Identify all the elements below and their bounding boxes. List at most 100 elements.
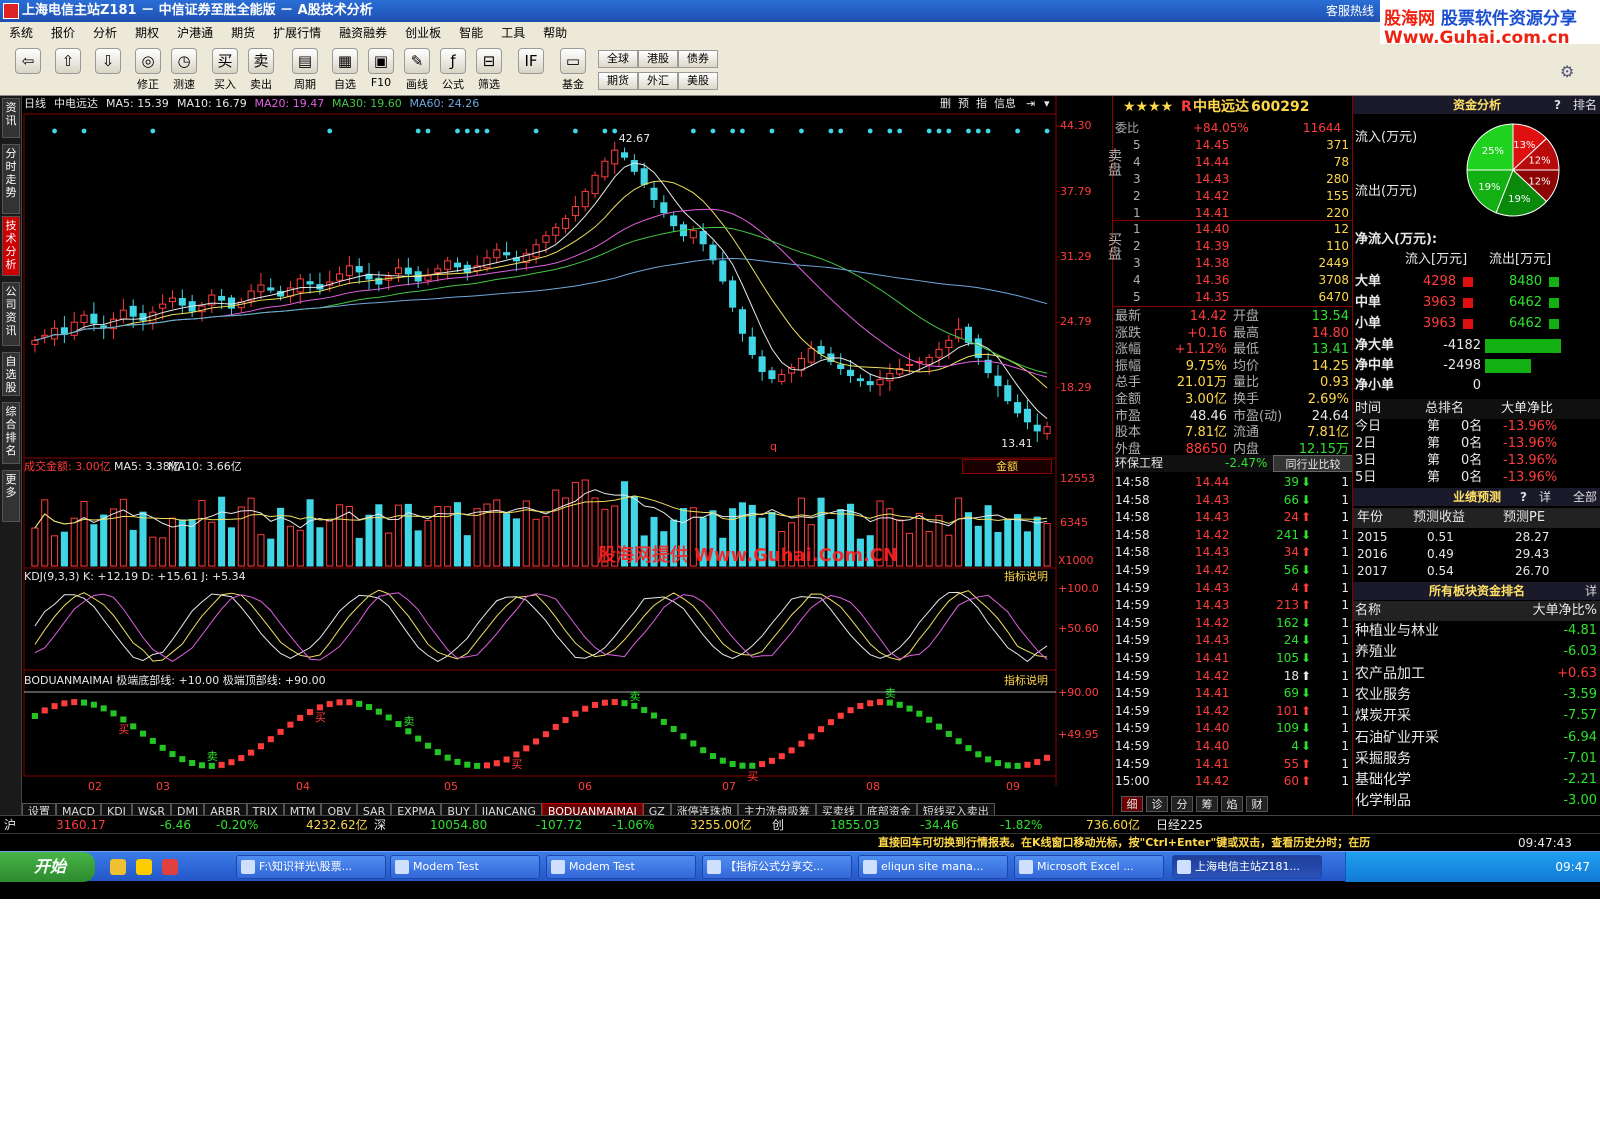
sector-row[interactable]: 种植业与林业 -4.81 — [1353, 621, 1600, 641]
menu-item[interactable]: 沪港通 — [168, 22, 222, 44]
menu-item[interactable]: 帮助 — [534, 22, 576, 44]
kline-chart-area[interactable]: 日线 中电远达 MA5: 15.39 MA10: 16.79 MA20: 19.47 MA… — [22, 96, 1114, 800]
tick-count: 1 — [1341, 633, 1349, 648]
sector-row[interactable]: 农业服务 -3.59 — [1353, 685, 1600, 705]
chart-tool-button[interactable]: 指 — [976, 97, 987, 111]
taskbar-task[interactable]: F:\知识祥光\股票... — [236, 855, 386, 879]
bid-row[interactable]: 1 14.40 12 — [1113, 221, 1353, 238]
menu-item[interactable]: 系统 — [0, 22, 42, 44]
filter-button[interactable]: ⊟ 筛选 — [471, 48, 507, 92]
market-button[interactable]: 美股 — [678, 72, 718, 90]
sector-row[interactable]: 养殖业 -6.03 — [1353, 642, 1600, 662]
quicklaunch-icon[interactable] — [110, 859, 126, 875]
buy-button[interactable]: 买买入 — [207, 48, 243, 92]
qq-icon[interactable] — [136, 859, 152, 875]
boduan-help-button[interactable]: 指标说明 — [1004, 674, 1048, 688]
quote-tab[interactable]: 诊 — [1146, 796, 1168, 812]
kline-svg[interactable] — [22, 96, 1114, 800]
boduan-bar — [582, 705, 589, 712]
expand-icon[interactable]: ⇥ — [1026, 97, 1035, 111]
sector-row[interactable]: 农产品加工 +0.63 — [1353, 664, 1600, 684]
if-button[interactable]: IF — [513, 48, 549, 92]
menu-item[interactable]: 工具 — [492, 22, 534, 44]
menu-item[interactable]: 融资融券 — [330, 22, 396, 44]
left-tab[interactable]: 技术分析 — [2, 216, 20, 276]
bid-row[interactable]: 5 14.35 6470 — [1113, 289, 1353, 306]
market-button[interactable]: 期货 — [598, 72, 638, 90]
menu-item[interactable]: 创业板 — [396, 22, 450, 44]
watchlist-button[interactable]: ▦ 自选 — [327, 48, 363, 92]
chart-tool-button[interactable]: 信息 — [994, 97, 1016, 111]
bid-row[interactable]: 3 14.38 2449 — [1113, 255, 1353, 272]
sector-row[interactable]: 采掘服务 -7.01 — [1353, 749, 1600, 769]
bid-row[interactable]: 2 14.39 110 — [1113, 238, 1353, 255]
ask-row[interactable]: 3 14.43 280 — [1113, 171, 1353, 188]
forecast-all-link[interactable]: 全部 — [1573, 488, 1597, 506]
ask-row[interactable]: 5 14.45 371 — [1113, 137, 1353, 154]
start-button[interactable]: 开始 — [0, 852, 95, 882]
period-button[interactable]: ▤ 周期 — [287, 48, 323, 92]
rank-link[interactable]: 排名 — [1573, 96, 1597, 114]
market-button[interactable]: 港股 — [638, 50, 678, 68]
menu-arrow-icon[interactable]: ▾ — [1044, 97, 1050, 111]
gear-icon[interactable]: ⚙ — [1560, 62, 1580, 82]
bid-row[interactable]: 4 14.36 3708 — [1113, 272, 1353, 289]
ask-row[interactable]: 4 14.44 78 — [1113, 154, 1353, 171]
left-tab[interactable]: 更多 — [2, 470, 20, 522]
left-tab[interactable]: 资讯 — [2, 98, 20, 138]
quote-tab[interactable]: 分 — [1171, 796, 1193, 812]
browser-icon[interactable] — [162, 859, 178, 875]
volume-bar — [227, 527, 235, 567]
taskbar-task[interactable]: Modem Test — [546, 855, 696, 879]
chart-tool-button[interactable]: 预 — [958, 97, 969, 111]
sector-row[interactable]: 化学制品 -3.00 — [1353, 791, 1600, 811]
market-button[interactable]: 全球 — [598, 50, 638, 68]
menu-item[interactable]: 分析 — [84, 22, 126, 44]
quote-tab[interactable]: 财 — [1246, 796, 1268, 812]
forecast-detail-link[interactable]: 详 — [1539, 488, 1551, 506]
taskbar-task[interactable]: eliqun site mana... — [858, 855, 1008, 879]
left-tab[interactable]: 分时走势 — [2, 144, 20, 214]
menu-item[interactable]: 期权 — [126, 22, 168, 44]
taskbar-task[interactable]: 【指标公式分享交... — [702, 855, 852, 879]
sector-row[interactable]: 石油矿业开采 -6.94 — [1353, 728, 1600, 748]
draw-button[interactable]: ✎ 画线 — [399, 48, 435, 92]
menu-item[interactable]: 报价 — [42, 22, 84, 44]
market-button[interactable]: 外汇 — [638, 72, 678, 90]
arrow-left-button[interactable]: ⇦ — [10, 48, 46, 92]
sector-col[interactable]: 大单净比% — [1533, 601, 1597, 621]
sell-button[interactable]: 卖卖出 — [243, 48, 279, 92]
ask-row[interactable]: 2 14.42 155 — [1113, 188, 1353, 205]
help-icon[interactable]: ? — [1554, 96, 1561, 114]
menu-item[interactable]: 期货 — [222, 22, 264, 44]
sector-row[interactable]: 煤炭开采 -7.57 — [1353, 706, 1600, 726]
taskbar-task[interactable]: Microsoft Excel ... — [1014, 855, 1164, 879]
left-tab[interactable]: 综合排名 — [2, 402, 20, 464]
menu-item[interactable]: 智能 — [450, 22, 492, 44]
f10-button[interactable]: ▣ F10 — [363, 48, 399, 92]
task-app-icon — [395, 860, 409, 874]
clock-button[interactable]: ◷ 测速 — [166, 48, 202, 92]
quote-tab[interactable]: 细 — [1121, 796, 1143, 812]
fund-button[interactable]: ▭ 基金 — [555, 48, 591, 92]
amount-dropdown[interactable]: 金额 — [962, 459, 1052, 474]
taskbar-task[interactable]: 上海电信主站Z181... — [1172, 855, 1322, 879]
help-icon[interactable]: ? — [1520, 488, 1527, 506]
arrow-up-button[interactable]: ⇧ — [50, 48, 86, 92]
quote-tab[interactable]: 焰 — [1221, 796, 1243, 812]
arrow-down-button[interactable]: ⇩ — [90, 48, 126, 92]
left-tab[interactable]: 公司资讯 — [2, 282, 20, 346]
candle — [257, 273, 265, 300]
menu-item[interactable]: 扩展行情 — [264, 22, 330, 44]
chart-tool-button[interactable]: 删 — [940, 97, 951, 111]
compare-button[interactable]: 同行业比较 — [1273, 455, 1353, 472]
kdj-help-button[interactable]: 指标说明 — [1004, 570, 1048, 584]
left-tab[interactable]: 自选股 — [2, 352, 20, 396]
market-button[interactable]: 债券 — [678, 50, 718, 68]
fix-button[interactable]: ◎ 修正 — [130, 48, 166, 92]
taskbar-task[interactable]: Modem Test — [390, 855, 540, 879]
quote-tab[interactable]: 筹 — [1196, 796, 1218, 812]
sector-row[interactable]: 基础化学 -2.21 — [1353, 770, 1600, 790]
formula-button[interactable]: ƒ 公式 — [435, 48, 471, 92]
sector-detail-link[interactable]: 详 — [1585, 582, 1597, 600]
